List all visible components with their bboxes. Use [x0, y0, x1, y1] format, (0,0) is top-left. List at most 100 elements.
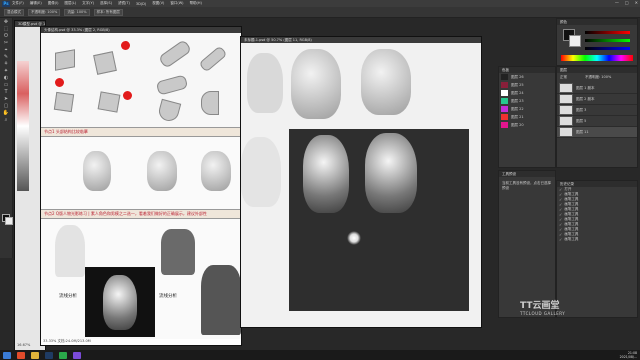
figure-sketch: [55, 225, 85, 277]
head-study: [147, 151, 177, 191]
curved-shape: [201, 91, 219, 115]
minimize-icon[interactable]: —: [615, 0, 619, 5]
stamp-tool-icon[interactable]: ⚘: [2, 61, 10, 67]
menu-layer[interactable]: 图层(L): [64, 1, 76, 6]
clock-date: 2021/08/...: [619, 355, 637, 359]
layer-blend-mode[interactable]: 正常: [560, 75, 567, 80]
zoom-status-lesson: 33.33% 文档:24.0M/213.0M: [43, 339, 91, 344]
menu-type[interactable]: 文字(Y): [82, 1, 94, 6]
layer-row[interactable]: 图层 5: [557, 116, 637, 127]
layer-opacity[interactable]: 不透明度: 100%: [585, 75, 611, 80]
swatch-item[interactable]: 图层 26: [499, 73, 555, 81]
layer-list: 图层 1 副本 图层 2 副本 图层 3 图层 5 图层 11: [557, 83, 637, 138]
history-item[interactable]: ✓ 画笔工具: [557, 237, 637, 242]
marquee-tool-icon[interactable]: ⬚: [2, 26, 10, 32]
layer-name: 图层 1 副本: [576, 85, 595, 90]
history-panel: 历史记录 ✓ 打开 ✓ 画笔工具 ✓ 画笔工具 ✓ 画笔工具 ✓ 画笔工具 ✓ 画笔工具 ✓…: [556, 180, 638, 318]
menu-view[interactable]: 视图(V): [152, 1, 164, 6]
app-icon[interactable]: [73, 351, 81, 359]
folder-icon[interactable]: [31, 351, 39, 359]
head-sketch-light: [247, 53, 283, 113]
sample-select[interactable]: 样本: 所有图层: [93, 8, 123, 16]
head-sketch-dark: [303, 135, 349, 213]
swatch-item[interactable]: 图层 24: [499, 89, 555, 97]
dodge-tool-icon[interactable]: ◐: [2, 75, 10, 81]
layer-row[interactable]: 图层 1 副本: [557, 83, 637, 94]
check-icon: ✓: [559, 237, 563, 242]
maximize-icon[interactable]: □: [625, 0, 629, 5]
layer-row[interactable]: 图层 3: [557, 105, 637, 116]
watermark-subtitle: TTCLOUD GALLERY: [520, 311, 566, 316]
swatch-item[interactable]: 图层 25: [499, 81, 555, 89]
presets-message: 当前工具没有预设，点击已选择预设: [502, 181, 551, 190]
layer-thumbnail: [559, 105, 573, 115]
swatch-item[interactable]: 图层 22: [499, 105, 555, 113]
opacity-field[interactable]: 不透明度: 100%: [28, 8, 61, 16]
brush-cursor: [347, 231, 361, 245]
swatch-label: 图层 20: [511, 122, 524, 127]
swatch-item[interactable]: 图层 20: [499, 121, 555, 129]
menu-file[interactable]: 文件(F): [12, 1, 24, 6]
presets-panel: 工具预设 当前工具没有预设，点击已选择预设: [498, 170, 556, 318]
menu-help[interactable]: 帮助(H): [190, 1, 202, 6]
section-label-1: 节点1 头部结构比较临摹: [41, 127, 241, 137]
browser-icon[interactable]: [17, 351, 25, 359]
crop-tool-icon[interactable]: ✂: [2, 40, 10, 46]
rectangle-tool-icon[interactable]: ▭: [2, 82, 10, 88]
watermark-title: TT云画堂: [520, 301, 560, 311]
flow-field[interactable]: 流量: 100%: [64, 8, 90, 16]
caption-left: 流线分析: [59, 294, 77, 299]
swatch-color: [501, 122, 508, 128]
red-dot-marker: [55, 78, 64, 87]
block-shape: [97, 91, 121, 113]
menu-image[interactable]: 图像(I): [48, 1, 59, 6]
doc-window-lesson[interactable]: 头像结构.psd @ 33.3% (图层 2, RGB/8) 节点1 头部结构比…: [40, 26, 242, 346]
doc-tab-heads[interactable]: 未标题-1.psd @ 50.7% (图层 11, RGB/8): [241, 37, 481, 43]
blue-slider[interactable]: [585, 47, 630, 50]
options-bar: 混合模式 不透明度: 100% 流量: 100% 样本: 所有图层: [0, 7, 640, 18]
layer-row-selected[interactable]: 图层 11: [557, 127, 637, 138]
app-icon[interactable]: [59, 351, 67, 359]
layers-title: 图层: [557, 67, 637, 73]
swatch-color: [501, 82, 508, 88]
layer-thumbnail: [559, 94, 573, 104]
photoshop-icon[interactable]: [45, 351, 53, 359]
menu-window[interactable]: 窗口(W): [170, 1, 183, 6]
lasso-tool-icon[interactable]: ʘ: [2, 33, 10, 39]
green-slider[interactable]: [585, 39, 630, 42]
brush-tool-icon[interactable]: ✎: [2, 54, 10, 60]
menu-select[interactable]: 选择(S): [100, 1, 112, 6]
cylinder-shape: [157, 39, 193, 69]
layer-name: 图层 3: [576, 107, 587, 112]
bg-color-chip[interactable]: [569, 35, 581, 47]
background-color-swatch[interactable]: [5, 217, 13, 225]
menu-filter[interactable]: 滤镜(T): [118, 1, 130, 6]
cylinder-shape: [198, 45, 228, 73]
layer-name: 图层 5: [576, 118, 587, 123]
zoom-tool-icon[interactable]: ⌕: [2, 117, 10, 123]
swatch-item[interactable]: 图层 23: [499, 97, 555, 105]
doc-window-heads[interactable]: 未标题-1.psd @ 50.7% (图层 11, RGB/8): [240, 36, 482, 328]
system-tray-clock[interactable]: 21:08 2021/08/...: [620, 350, 637, 360]
layer-row[interactable]: 图层 2 副本: [557, 94, 637, 105]
swatch-item[interactable]: 图层 21: [499, 113, 555, 121]
armored-figure: [201, 265, 241, 335]
menu-edit[interactable]: 编辑(E): [30, 1, 42, 6]
start-icon[interactable]: [3, 351, 11, 359]
layer-thumbnail: [559, 127, 573, 137]
swatch-color: [501, 114, 508, 120]
red-slider[interactable]: [585, 31, 630, 34]
history-brush-icon[interactable]: ✦: [2, 68, 10, 74]
layer-name: 图层 11: [576, 129, 589, 134]
blend-mode-select[interactable]: 混合模式: [4, 8, 24, 16]
path-select-icon[interactable]: ➤: [2, 96, 10, 102]
shape-tool-icon[interactable]: ▢: [2, 103, 10, 109]
close-icon[interactable]: ✕: [635, 0, 638, 5]
eyedropper-tool-icon[interactable]: ⌖: [2, 47, 10, 53]
move-tool-icon[interactable]: ✥: [2, 19, 10, 25]
spectrum-bar[interactable]: [561, 55, 633, 61]
menu-3d[interactable]: 3D(D): [136, 2, 146, 6]
color-panel: 颜色: [556, 18, 638, 66]
hand-tool-icon[interactable]: ✋: [2, 110, 10, 116]
type-tool-icon[interactable]: T: [2, 89, 10, 95]
